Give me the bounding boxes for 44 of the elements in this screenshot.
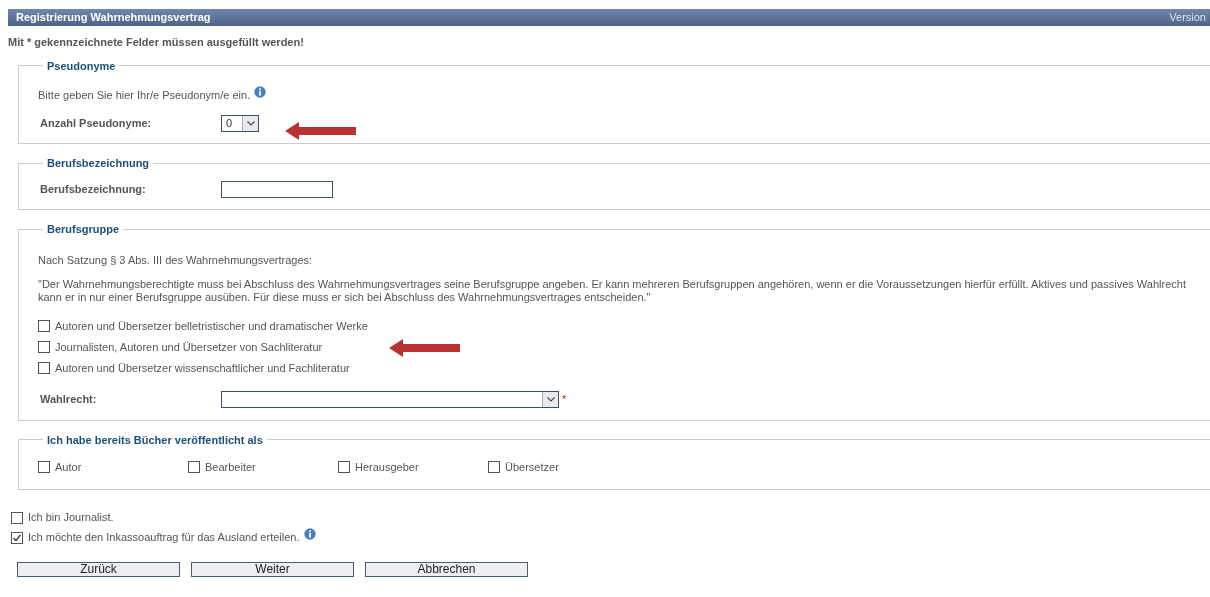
checkbox-label: Bearbeiter: [205, 459, 256, 475]
text-field[interactable]: [221, 181, 333, 198]
checkbox[interactable]: [38, 362, 50, 374]
checkbox[interactable]: [488, 461, 500, 473]
checkbox[interactable]: [38, 320, 50, 332]
checkbox[interactable]: [11, 511, 23, 524]
field-label: Wahlrecht:: [40, 391, 98, 407]
field-label: Anzahl Pseudonyme:: [40, 116, 153, 132]
checkbox[interactable]: [338, 461, 350, 473]
annotation-arrow: [389, 339, 461, 357]
checkbox-label: Journalisten, Autoren und Übersetzer von Sachliteratur: [55, 339, 323, 355]
form-button[interactable]: Weiter: [191, 561, 354, 577]
form-button[interactable]: Abbrechen: [365, 561, 528, 577]
checkbox[interactable]: [38, 341, 50, 353]
checkbox-label: Herausgeber: [355, 459, 419, 475]
checkbox-label: Autor: [55, 459, 82, 475]
version-label: Version: [1169, 10, 1206, 26]
window-title: Registrierung Wahrnehmungsvertrag: [16, 10, 211, 26]
checkbox-label: Ich bin Journalist.: [28, 510, 114, 526]
required-mark: *: [562, 391, 567, 407]
field-label: Berufsbezeichnung:: [40, 182, 147, 198]
caret-icon: [546, 396, 555, 402]
form-button[interactable]: Zurück: [17, 561, 180, 577]
checkbox-label: Ich möchte den Inkassoauftrag für das Ausland erteilen.: [28, 530, 300, 546]
checkbox[interactable]: [11, 531, 23, 544]
count-select[interactable]: 0: [221, 115, 259, 132]
caret-icon: [246, 121, 255, 126]
required-fields-note: Mit * gekennzeichnete Felder müssen ausgefüllt werden!: [8, 35, 304, 50]
section-legend: Berufsgruppe: [43, 222, 124, 236]
section-legend: Ich habe bereits Bücher veröffentlicht als: [43, 432, 267, 447]
hint-text: Bitte geben Sie hier Ihr/e Pseudonym/e ein.: [38, 88, 251, 101]
checkbox-label: Autoren und Übersetzer wissenschaftlicher und Fachliteratur: [55, 360, 350, 376]
annotation-arrow: [285, 121, 357, 140]
section-legend: Berufsbezeichnung: [43, 156, 154, 170]
info-icon[interactable]: [254, 85, 267, 98]
quote-text: "Der Wahrnehmungsberechtigte muss bei Abschluss des Wahrnehmungsvertrages seine Berufsgruppe angeben. Er kann mehreren Berufsgruppen angehören, wenn er die Voraussetzungen hierfür erfüllt. Aktives und passives Wahlrecht kann er in nur einer Berufsgruppe ausüben. Für diese muss er sich bei Abschluss des Wahrnehmungsvertrages entscheiden.": [38, 277, 1187, 304]
checkbox-label: Übersetzer: [505, 459, 559, 475]
wahlrecht-select[interactable]: [221, 390, 559, 408]
checkbox-label: Autoren und Übersetzer belletristischer und dramatischer Werke: [55, 318, 368, 334]
checkbox[interactable]: [188, 461, 200, 473]
intro-text: Nach Satzung § 3 Abs. III des Wahrnehmungsvertrages:: [38, 253, 314, 268]
checkbox[interactable]: [38, 461, 50, 473]
info-icon[interactable]: [303, 527, 316, 540]
section-legend: Pseudonyme: [43, 58, 120, 73]
